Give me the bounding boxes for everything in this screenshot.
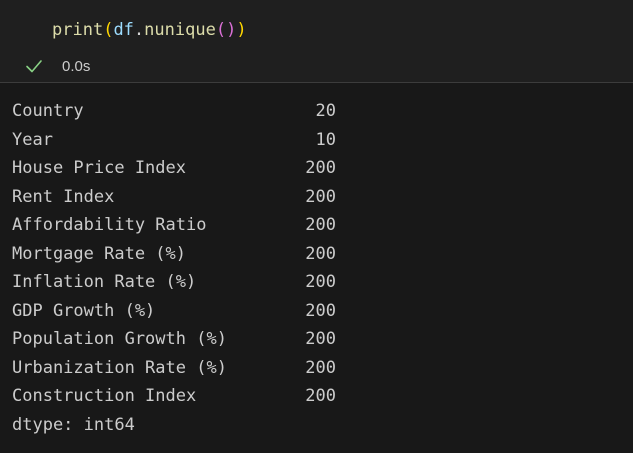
output-row: House Price Index 200	[12, 154, 336, 183]
output-row-value: 200	[305, 186, 336, 207]
output-row-value: 200	[305, 329, 336, 349]
output-row-value: 20	[315, 101, 336, 121]
output-row-value: 10	[315, 129, 336, 150]
output-row: Mortgage Rate (%) 200	[12, 240, 336, 269]
code-function-name: print	[52, 20, 104, 40]
execution-time: 0.0s	[62, 57, 91, 75]
output-row-value: 200	[305, 357, 336, 378]
execution-status: 0.0s	[24, 54, 90, 78]
notebook-cell: print(df.nunique()) 0.0s Country 20 Year 10…	[0, 0, 633, 453]
code-inner-open-paren: (	[215, 20, 227, 40]
output-row: Rent Index 200	[12, 183, 336, 212]
output-row: Country 20	[12, 97, 336, 126]
output-row-value: 200	[305, 386, 336, 406]
output-row: Urbanization Rate (%) 200	[12, 354, 336, 383]
code-variable: df	[113, 20, 134, 40]
output-row: Population Growth (%) 200	[12, 325, 336, 354]
output-row-value: 200	[305, 300, 336, 321]
code-dot: .	[133, 20, 145, 40]
output-row: Year 10	[12, 126, 336, 155]
code-method-name: nunique	[144, 20, 216, 40]
output-row-value: 200	[305, 243, 336, 264]
output-row: Construction Index 200	[12, 382, 336, 411]
cell-output: Country 20 Year 10 House Price Index 200 Rent …	[0, 83, 633, 453]
code-line[interactable]: print(df.nunique())	[52, 17, 247, 43]
output-row: Inflation Rate (%) 200	[12, 268, 336, 297]
output-row-value: 200	[305, 215, 336, 235]
output-row-value: 200	[305, 158, 336, 178]
code-open-paren: (	[103, 20, 114, 40]
output-dtype: dtype: int64	[12, 414, 135, 435]
code-close-paren: )	[236, 20, 247, 40]
output-row: Affordability Ratio 200	[12, 211, 336, 240]
code-cell[interactable]: print(df.nunique()) 0.0s	[0, 0, 633, 82]
output-row-value: 200	[305, 272, 336, 292]
output-row: GDP Growth (%) 200	[12, 297, 336, 326]
code-inner-close-paren: )	[226, 20, 237, 40]
output-series: Country 20 Year 10 House Price Index 200 Rent …	[12, 97, 336, 439]
check-icon	[24, 56, 44, 76]
